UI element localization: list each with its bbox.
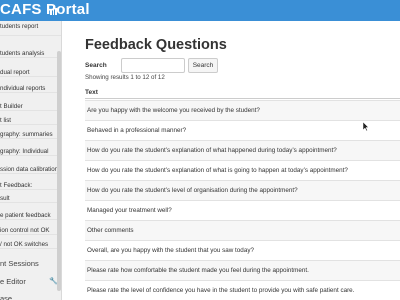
sidebar-section-editor[interactable]: e Editor 🔧: [0, 277, 61, 286]
page-title: Feedback Questions: [85, 37, 227, 53]
sidebar-item-session-data-calibration[interactable]: ssion data calibration: [0, 166, 61, 174]
table-row[interactable]: Overall, are you happy with the student …: [85, 240, 400, 260]
sidebar-item-result[interactable]: sult: [0, 195, 61, 203]
sidebar: tudents report tudents analysis dual rep…: [0, 21, 62, 300]
sidebar-item-control-not-ok[interactable]: ion control not OK: [0, 227, 61, 235]
bars-chart-icon[interactable]: [50, 5, 57, 15]
sidebar-item-not-ok-switches[interactable]: / not OK switches: [0, 241, 61, 249]
sidebar-item-individual-report[interactable]: dual report: [0, 69, 61, 77]
sidebar-scrollbar[interactable]: [57, 51, 61, 291]
sidebar-item-graphy-summaries[interactable]: graphy: summaries: [0, 131, 61, 139]
main-content: Feedback Questions Search Search Showing…: [63, 21, 400, 300]
sidebar-item-students-report[interactable]: tudents report: [0, 23, 61, 36]
search-label: Search: [85, 62, 107, 69]
table-row[interactable]: Managed your treatment well?: [85, 200, 400, 220]
table-row[interactable]: Please rate how comfortable the student …: [85, 260, 400, 280]
sidebar-item-feedback[interactable]: t Feedback:: [0, 182, 61, 190]
sidebar-item-graphy-individual[interactable]: graphy: Individual: [0, 148, 61, 156]
sidebar-section-sessions[interactable]: nt Sessions: [0, 259, 61, 268]
table-row[interactable]: Please rate the level of confidence you …: [85, 280, 400, 300]
sidebar-section-database[interactable]: ase: [0, 294, 61, 300]
table-row[interactable]: Behaved in a professional manner?: [85, 120, 400, 140]
table-row[interactable]: How do you rate the student’s level of o…: [85, 180, 400, 200]
sidebar-item-patient-feedback[interactable]: e patient feedback: [0, 212, 61, 220]
app-title[interactable]: CAFS Portal: [0, 1, 90, 18]
table-row[interactable]: Are you happy with the welcome you recei…: [85, 100, 400, 120]
table-row[interactable]: Other comments: [85, 220, 400, 240]
search-button[interactable]: Search: [188, 58, 218, 73]
sidebar-item-individual-reports[interactable]: ndividual reports: [0, 85, 61, 93]
table-header-text[interactable]: Text: [85, 86, 400, 99]
mouse-cursor-icon: [363, 122, 369, 131]
sidebar-item-students-analysis[interactable]: tudents analysis: [0, 50, 61, 58]
top-navbar: CAFS Portal: [0, 0, 400, 21]
results-count: Showing results 1 to 12 of 12: [85, 74, 165, 81]
table-row[interactable]: How do you rate the student’s explanatio…: [85, 160, 400, 180]
search-input[interactable]: [121, 58, 185, 73]
table-row[interactable]: How do you rate the student’s explanatio…: [85, 140, 400, 160]
sidebar-section-editor-label: e Editor: [0, 277, 26, 286]
sidebar-item-list[interactable]: t list: [0, 117, 61, 125]
sidebar-item-builder[interactable]: t Builder: [0, 103, 61, 111]
